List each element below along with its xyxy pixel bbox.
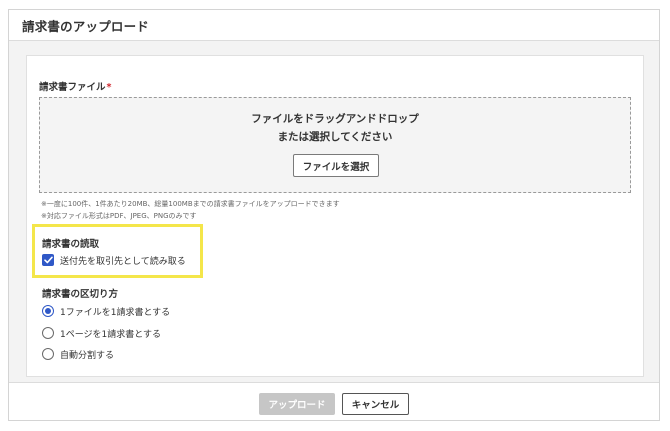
read-recipient-checkbox[interactable] [42, 254, 54, 266]
radio-per-file-label: 1ファイルを1請求書とする [60, 307, 171, 318]
invoice-file-label: 請求書ファイル* [39, 79, 111, 93]
select-file-button[interactable]: ファイルを選択 [293, 154, 379, 177]
radio-per-page[interactable] [42, 327, 54, 339]
split-section-label: 請求書の区切り方 [42, 289, 119, 300]
upload-form-card: 請求書ファイル* ファイルをドラッグアンドドロップ または選択してください ファ… [26, 55, 644, 377]
upload-limit-note: ※一度に100件、1件あたり20MB、総量100MBまでの請求書ファイルをアップ… [41, 200, 340, 208]
radio-per-file[interactable] [42, 305, 54, 317]
invoice-file-label-text: 請求書ファイル [39, 82, 106, 93]
split-option-per-file[interactable]: 1ファイルを1請求書とする [42, 304, 170, 318]
file-dropzone[interactable]: ファイルをドラッグアンドドロップ または選択してください ファイルを選択 [39, 97, 631, 193]
radio-per-page-label: 1ページを1請求書とする [60, 329, 162, 340]
read-recipient-checkbox-row[interactable]: 送付先を取引先として読み取る [42, 253, 186, 267]
dropzone-line-1: ファイルをドラッグアンドドロップ [251, 113, 419, 125]
split-option-per-page[interactable]: 1ページを1請求書とする [42, 326, 161, 340]
highlight-box [32, 224, 203, 278]
radio-auto-split[interactable] [42, 348, 54, 360]
split-option-auto[interactable]: 自動分割する [42, 347, 114, 361]
checkmark-icon [43, 256, 53, 264]
cancel-button[interactable]: キャンセル [342, 393, 409, 415]
dropzone-line-2: または選択してください [277, 131, 393, 143]
reading-section-label: 請求書の読取 [42, 239, 100, 250]
required-mark: * [106, 82, 112, 93]
radio-auto-split-label: 自動分割する [60, 350, 115, 361]
upload-dialog: 請求書のアップロード 請求書ファイル* ファイルをドラッグアンドドロップ または… [8, 9, 660, 421]
file-format-note: ※対応ファイル形式はPDF、JPEG、PNGのみです [41, 212, 197, 220]
read-recipient-checkbox-label: 送付先を取引先として読み取る [60, 256, 186, 267]
dialog-footer: アップロード キャンセル [9, 382, 659, 420]
dialog-header: 請求書のアップロード [9, 10, 659, 41]
dialog-title: 請求書のアップロード [22, 19, 150, 34]
upload-button[interactable]: アップロード [259, 393, 335, 415]
